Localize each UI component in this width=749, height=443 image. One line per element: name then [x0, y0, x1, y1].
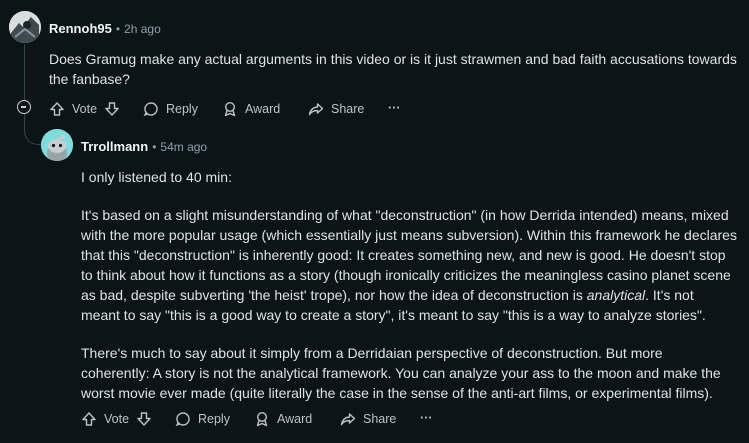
comment-paragraph: There's much to say about it simply from… [81, 343, 746, 403]
comment-line: with the more popular usage (which essen… [81, 227, 737, 243]
thread-line-curve [24, 114, 43, 145]
comment-text: . It's not [645, 287, 694, 303]
comment-line: to think about how it functions as a sto… [81, 267, 731, 283]
share-button[interactable]: Share [308, 97, 364, 121]
italic-text: analytical [586, 287, 646, 303]
username[interactable]: Rennoh95 [49, 21, 112, 36]
comment-paragraph: It's based on a slight misunderstanding … [81, 205, 746, 325]
downvote-icon[interactable] [104, 101, 120, 117]
share-label: Share [363, 412, 397, 426]
comment-line: coherently: A story is not the analytica… [81, 365, 721, 381]
vote-group: Vote [81, 407, 152, 431]
comment-line: meant to say "this is a good way to crea… [81, 307, 706, 323]
timestamp[interactable]: 54m ago [160, 140, 207, 154]
comment-bubble-icon [175, 412, 190, 427]
comment-line: the fanbase? [49, 71, 130, 87]
upvote-icon[interactable] [49, 101, 65, 117]
vote-label: Vote [104, 412, 130, 426]
award-label: Award [277, 412, 313, 426]
reply-label: Reply [166, 102, 198, 116]
vote-label: Vote [72, 102, 98, 116]
award-icon [256, 411, 268, 427]
comment-body: Does Gramug make any actual arguments in… [49, 49, 739, 89]
share-button[interactable]: Share [340, 407, 396, 431]
comment-line: that this "deconstruction" is inherently… [81, 247, 726, 263]
vote-group: Vote [49, 97, 120, 121]
thread-line [24, 44, 25, 100]
comment-line: There's much to say about it simply from… [81, 345, 663, 361]
reply-button[interactable]: Reply [175, 407, 230, 431]
comment-line: as bad, despite subverting 'the heist' t… [81, 285, 746, 305]
collapse-thread-button[interactable] [17, 100, 31, 114]
reply-button[interactable]: Reply [143, 97, 198, 121]
timestamp[interactable]: 2h ago [124, 22, 161, 36]
comment-body: I only listened to 40 min: It's based on… [81, 167, 746, 403]
separator-dot: • [152, 140, 157, 154]
more-options-button[interactable]: ··· [388, 96, 401, 120]
upvote-icon[interactable] [81, 411, 97, 427]
share-label: Share [331, 102, 365, 116]
award-label: Award [245, 102, 281, 116]
more-options-icon: ··· [420, 411, 433, 425]
avatar[interactable] [9, 11, 41, 43]
comment-header: Rennoh95 • 2h ago [49, 20, 161, 38]
comment-line: worst movie ever made (quite literally t… [81, 385, 713, 401]
downvote-icon[interactable] [136, 411, 152, 427]
award-button[interactable]: Award [254, 407, 312, 431]
more-options-button[interactable]: ··· [420, 406, 433, 430]
comment-line: It's based on a slight misunderstanding … [81, 207, 729, 223]
award-icon [224, 101, 236, 117]
share-icon [340, 413, 356, 426]
comment-header: Trrollmann • 54m ago [81, 138, 207, 156]
more-options-icon: ··· [388, 101, 401, 115]
username[interactable]: Trrollmann [81, 139, 148, 154]
reply-label: Reply [198, 412, 230, 426]
avatar[interactable] [41, 129, 73, 161]
separator-dot: • [115, 22, 121, 36]
award-button[interactable]: Award [222, 97, 280, 121]
comment-text: as bad, despite subverting 'the heist' t… [81, 287, 587, 303]
comment-line: Does Gramug make any actual arguments in… [49, 51, 737, 67]
share-icon [308, 103, 324, 116]
comment-bubble-icon [143, 102, 158, 117]
comment-paragraph: I only listened to 40 min: [81, 169, 232, 185]
